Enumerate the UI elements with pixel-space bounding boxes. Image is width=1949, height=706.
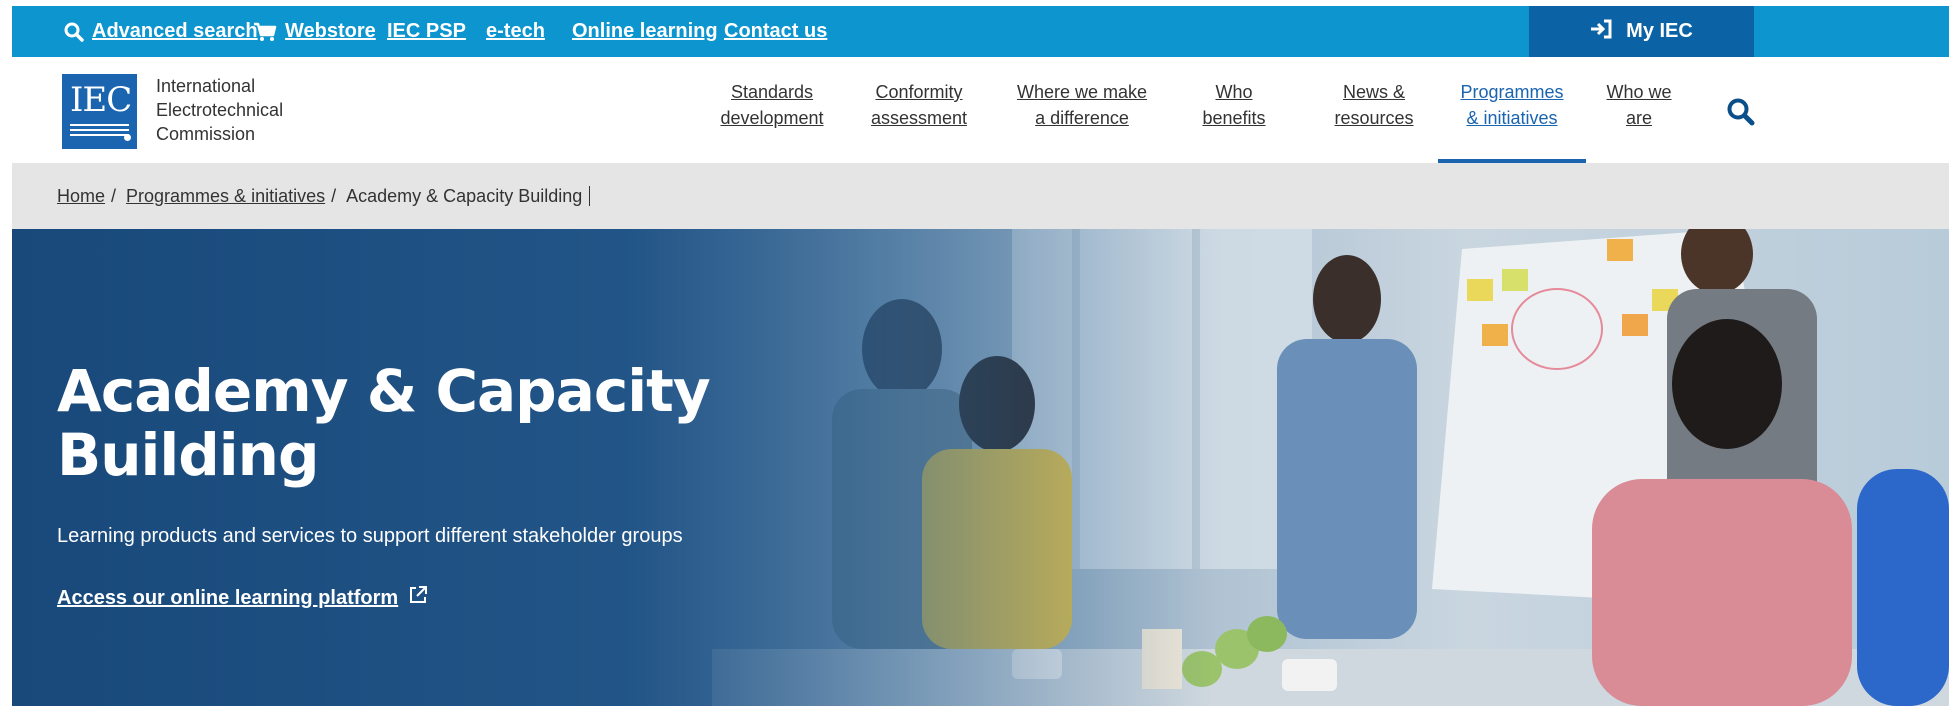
logo-lines	[70, 124, 129, 139]
search-icon	[1726, 98, 1756, 131]
browser-viewport: Advanced search Webstore IEC PSP e-tech …	[12, 6, 1949, 706]
search-icon	[64, 22, 84, 42]
organization-name: International Electrotechnical Commissio…	[156, 76, 284, 144]
breadcrumb-bar: Home / Programmes & initiatives / Academ…	[12, 163, 1949, 229]
e-tech-link[interactable]: e-tech	[486, 6, 545, 57]
nav-who-we-are[interactable]: Who we are	[1596, 79, 1682, 163]
hero-banner: Academy & Capacity Building Learning pro…	[12, 229, 1949, 706]
utility-bar: Advanced search Webstore IEC PSP e-tech …	[12, 6, 1949, 57]
nav-programmes-initiatives[interactable]: Programmes & initiatives	[1438, 79, 1586, 163]
my-iec-label: My IEC	[1626, 20, 1693, 42]
hero-subtitle: Learning products and services to suppor…	[57, 525, 683, 547]
nav-who-benefits[interactable]: Who benefits	[1197, 79, 1271, 163]
external-link-icon	[408, 585, 428, 611]
e-tech-label: e-tech	[486, 20, 545, 42]
contact-us-label: Contact us	[724, 20, 828, 42]
advanced-search-label: Advanced search	[92, 20, 258, 42]
cart-icon	[253, 22, 277, 42]
page-title: Academy & Capacity Building	[57, 357, 711, 489]
text-caret	[589, 186, 591, 206]
breadcrumb: Home / Programmes & initiatives / Academ…	[57, 163, 591, 229]
nav-standards-development[interactable]: Standards development	[717, 79, 827, 163]
advanced-search-link[interactable]: Advanced search	[64, 6, 258, 57]
iec-psp-label: IEC PSP	[387, 20, 466, 42]
online-learning-platform-link[interactable]: Access our online learning platform	[57, 585, 428, 611]
iec-logo[interactable]: IEC	[62, 74, 137, 149]
breadcrumb-current: Academy & Capacity Building	[346, 185, 583, 206]
online-learning-label: Online learning	[572, 20, 718, 42]
breadcrumb-home[interactable]: Home	[57, 186, 105, 207]
my-iec-button[interactable]: My IEC	[1529, 6, 1754, 57]
logo-dot	[124, 134, 131, 141]
sign-in-icon	[1590, 19, 1612, 45]
webstore-link[interactable]: Webstore	[253, 6, 376, 57]
iec-psp-link[interactable]: IEC PSP	[387, 6, 466, 57]
breadcrumb-programmes-initiatives[interactable]: Programmes & initiatives	[126, 186, 325, 207]
nav-where-we-make-a-difference[interactable]: Where we make a difference	[1015, 79, 1149, 163]
breadcrumb-separator: /	[111, 185, 117, 206]
webstore-label: Webstore	[285, 20, 376, 42]
nav-news-resources[interactable]: News & resources	[1327, 79, 1421, 163]
online-learning-platform-label: Access our online learning platform	[57, 586, 399, 609]
nav-conformity-assessment[interactable]: Conformity assessment	[867, 79, 971, 163]
contact-us-link[interactable]: Contact us	[724, 6, 827, 57]
logo-text: IEC	[70, 80, 132, 120]
breadcrumb-separator: /	[331, 185, 337, 206]
header-search-button[interactable]	[1726, 97, 1760, 131]
site-header: IEC International Electrotechnical Commi…	[12, 57, 1949, 163]
online-learning-link[interactable]: Online learning	[572, 6, 718, 57]
